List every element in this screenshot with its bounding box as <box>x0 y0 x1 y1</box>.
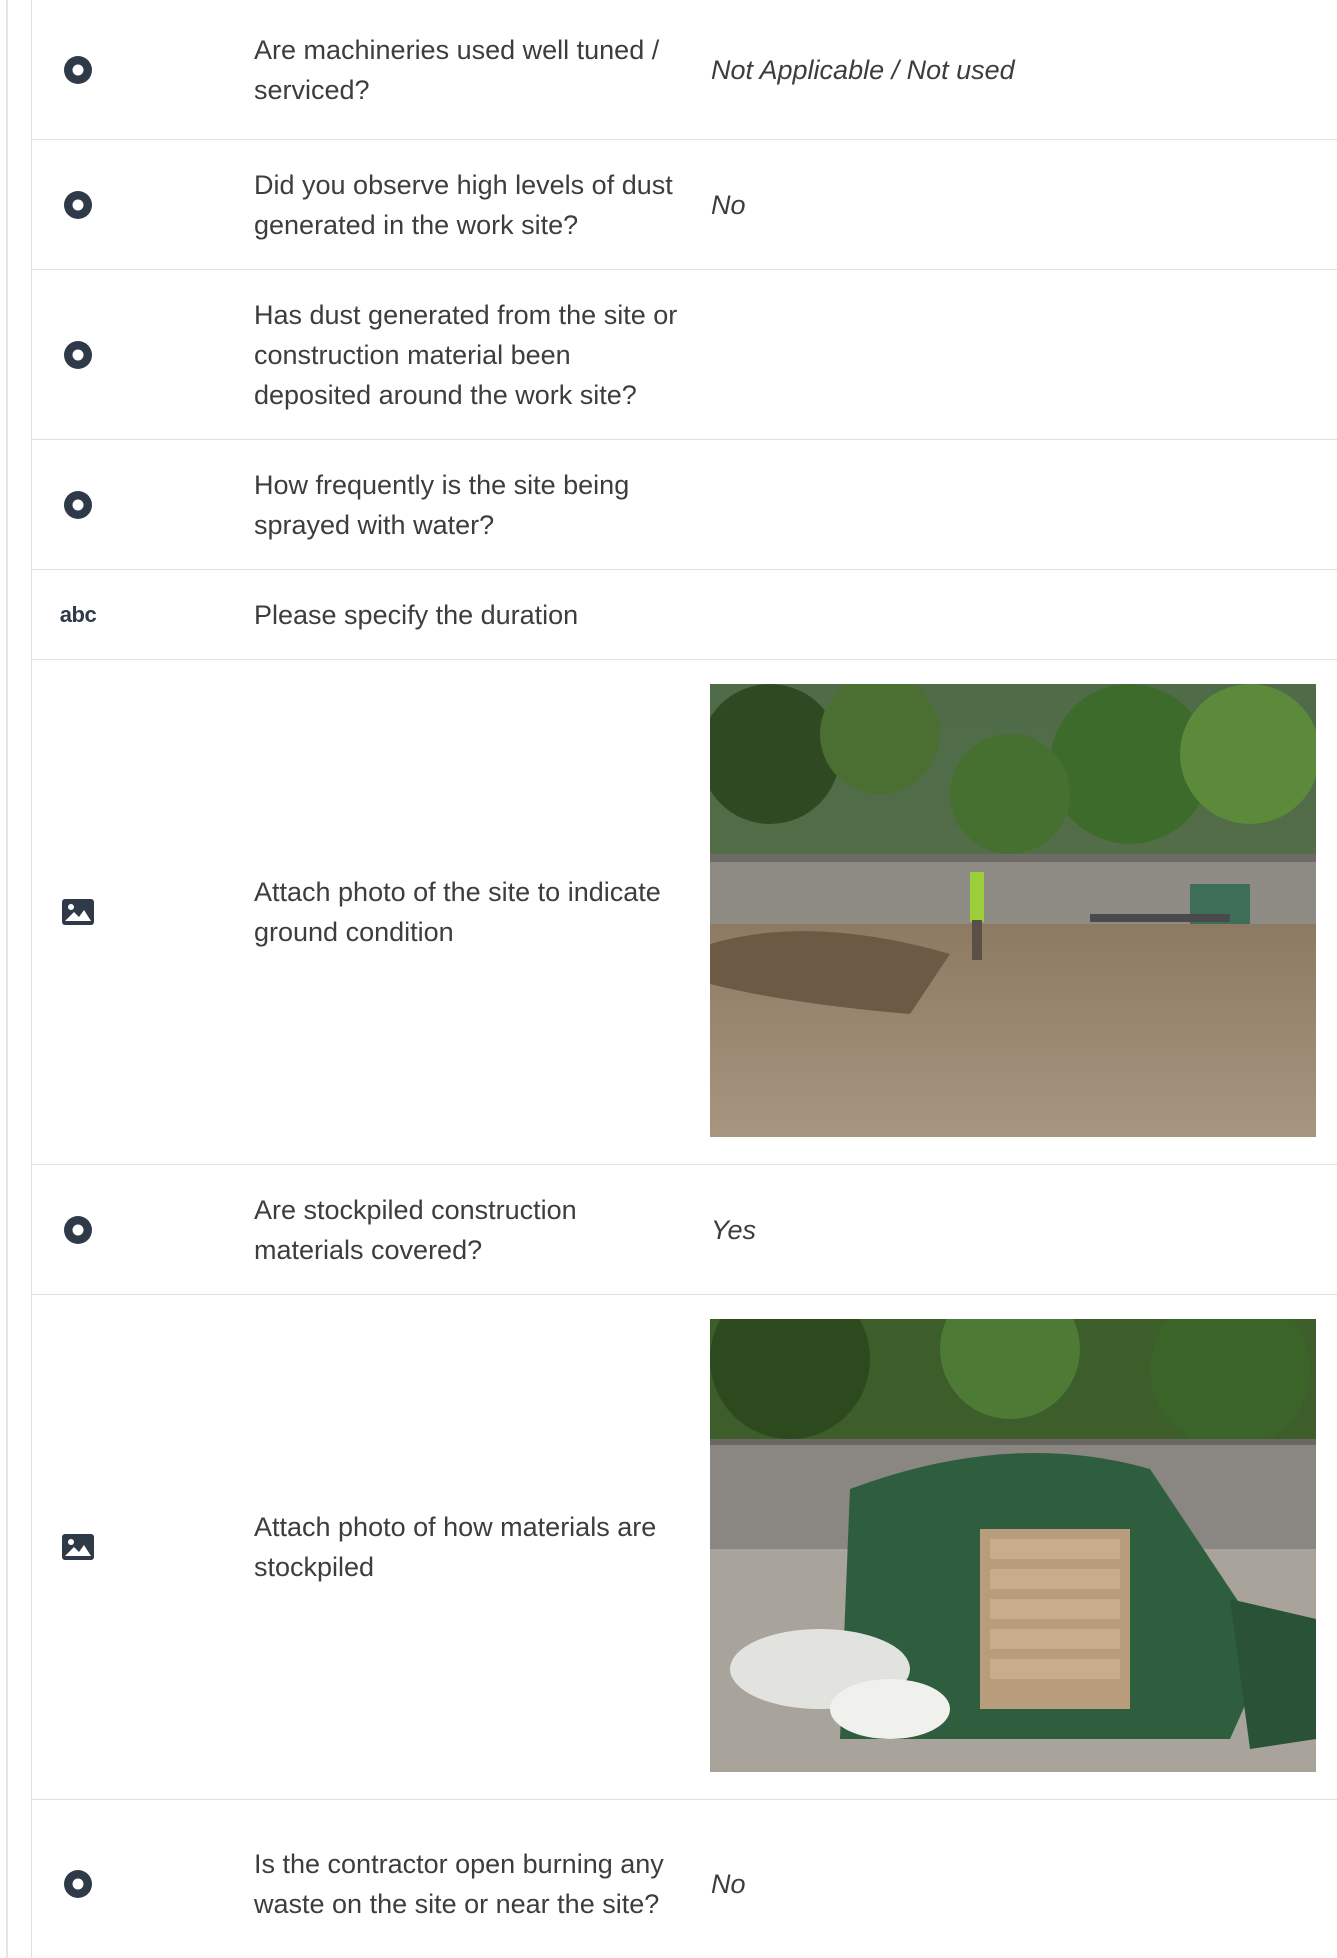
answer-text: No <box>711 1869 746 1899</box>
image-icon <box>62 1295 94 1799</box>
image-icon <box>62 660 94 1164</box>
question-text: Has dust generated from the site or cons… <box>254 299 678 410</box>
site-ground-photo[interactable] <box>710 684 1316 1137</box>
table-row: Are machineries used well tuned / servic… <box>32 0 1337 140</box>
radio-selected-icon <box>62 1800 94 1958</box>
table-row: How frequently is the site being sprayed… <box>32 440 1337 570</box>
radio-selected-icon <box>62 270 94 439</box>
table-row: Attach photo of the site to indicate gro… <box>32 660 1337 1165</box>
question-table: Are machineries used well tuned / servic… <box>31 0 1337 1958</box>
table-row: abc Please specify the duration <box>32 570 1337 660</box>
answer-text: Not Applicable / Not used <box>711 54 1015 85</box>
question-text: Did you observe high levels of dust gene… <box>254 169 673 240</box>
question-text: Is the contractor open burning any waste… <box>254 1849 664 1919</box>
answer-text: No <box>711 189 746 220</box>
table-row: Are stockpiled construction materials co… <box>32 1165 1337 1295</box>
stockpile-photo[interactable] <box>710 1319 1316 1772</box>
question-text: Attach photo of how materials are stockp… <box>254 1512 657 1582</box>
table-row: Has dust generated from the site or cons… <box>32 270 1337 440</box>
radio-selected-icon <box>62 440 94 569</box>
radio-selected-icon <box>62 1165 94 1294</box>
radio-selected-icon <box>62 140 94 269</box>
question-text: Please specify the duration <box>254 599 579 630</box>
question-text: How frequently is the site being sprayed… <box>254 469 630 540</box>
question-text: Are stockpiled construction materials co… <box>254 1194 577 1265</box>
table-row: Attach photo of how materials are stockp… <box>32 1295 1337 1800</box>
table-row: Is the contractor open burning any waste… <box>32 1800 1337 1958</box>
table-row: Did you observe high levels of dust gene… <box>32 140 1337 270</box>
answer-text: Yes <box>711 1214 757 1245</box>
radio-selected-icon <box>62 0 94 139</box>
question-text: Attach photo of the site to indicate gro… <box>254 877 661 947</box>
inspection-page: Are machineries used well tuned / servic… <box>0 0 1337 1958</box>
text-abc-icon: abc <box>59 601 97 627</box>
left-border <box>6 0 8 1958</box>
question-text: Are machineries used well tuned / servic… <box>254 34 660 105</box>
